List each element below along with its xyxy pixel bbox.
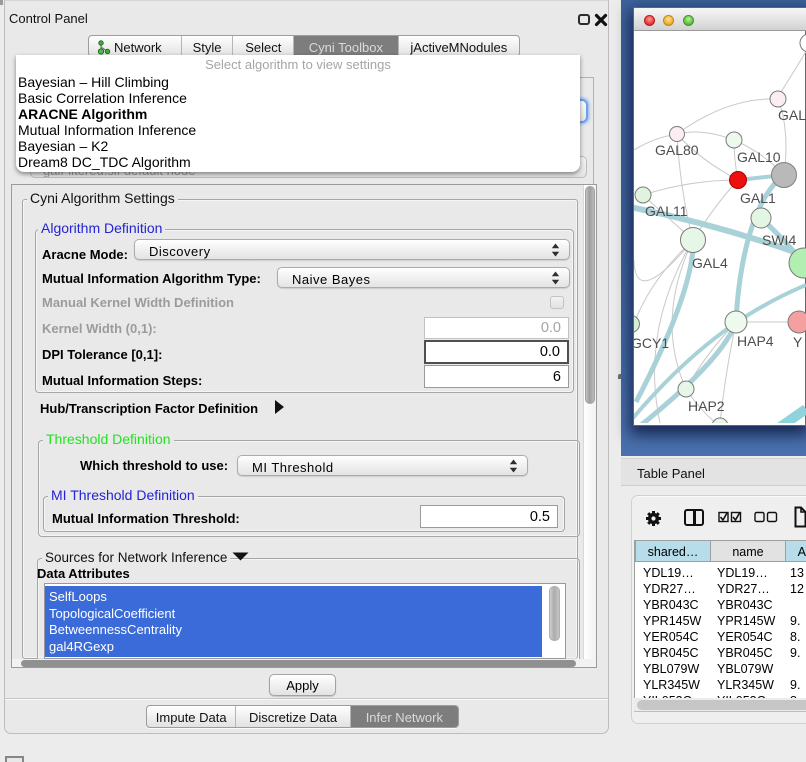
svg-text:GAL2: GAL2 [778, 107, 806, 123]
svg-text:GAL4: GAL4 [692, 255, 728, 271]
svg-text:HAP4: HAP4 [737, 333, 774, 349]
svg-text:HAP2: HAP2 [688, 398, 725, 414]
svg-text:GAL80: GAL80 [655, 142, 699, 158]
svg-text:GAL1: GAL1 [740, 190, 776, 206]
svg-text:GCY1: GCY1 [634, 335, 669, 351]
svg-text:Y: Y [793, 334, 803, 350]
svg-text:GAL11: GAL11 [645, 203, 688, 219]
svg-text:SWI4: SWI4 [762, 232, 796, 248]
svg-text:GAL10: GAL10 [737, 149, 781, 165]
